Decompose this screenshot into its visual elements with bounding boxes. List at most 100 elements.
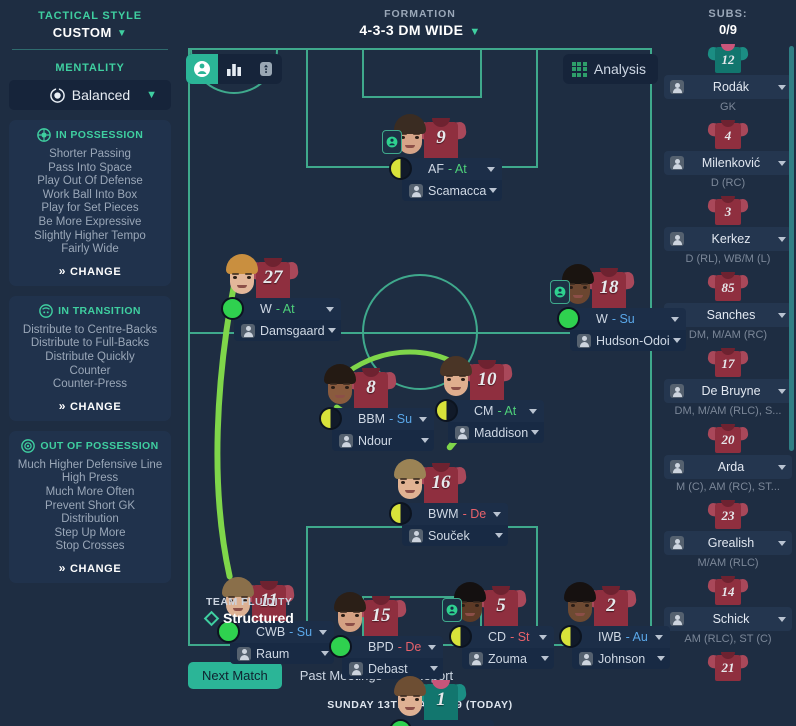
- player-card[interactable]: W- Su Hudson-Odoi: [557, 307, 686, 351]
- chevron-down-icon: [670, 317, 679, 322]
- sub-list-item[interactable]: 4 Milenković D (RC): [660, 119, 796, 189]
- tab-next-match[interactable]: Next Match: [188, 662, 282, 689]
- person-icon: [577, 333, 591, 348]
- sub-name-dropdown[interactable]: Grealish: [664, 531, 792, 555]
- sub-name-dropdown[interactable]: De Bruyne: [664, 379, 792, 403]
- sidebar-divider: [12, 49, 168, 50]
- sub-name-dropdown[interactable]: Rodák: [664, 75, 792, 99]
- sub-kit: 23: [660, 499, 796, 529]
- player-card[interactable]: CD - St Zouma: [449, 625, 554, 669]
- player-kit-icon: [386, 136, 398, 148]
- player-name-dropdown[interactable]: Zouma: [462, 648, 554, 669]
- player-card[interactable]: IWB - Au Johnson: [559, 625, 670, 669]
- condition-indicator: [221, 297, 244, 320]
- sub-list-item[interactable]: 23 Grealish M/AM (RLC): [660, 499, 796, 569]
- person-icon: [670, 232, 684, 246]
- player-name-dropdown[interactable]: Ndour: [332, 430, 435, 451]
- sub-list-item[interactable]: 12 Rodák GK: [660, 43, 796, 113]
- player-duty: - Su: [611, 312, 635, 326]
- player-name-dropdown[interactable]: Raum: [230, 643, 335, 664]
- view-positions-button[interactable]: [250, 54, 282, 84]
- sub-name-dropdown[interactable]: Milenković: [664, 151, 792, 175]
- instruction-item: Play Out Of Defense: [37, 175, 143, 188]
- sub-list-item[interactable]: 21: [660, 651, 796, 681]
- sub-name-dropdown[interactable]: Schick: [664, 607, 792, 631]
- out-of-possession-change-button[interactable]: » CHANGE: [15, 561, 165, 577]
- player-face: [436, 356, 476, 402]
- player-role-dropdown[interactable]: BWM - De: [389, 502, 509, 525]
- subs-scrollbar[interactable]: [789, 46, 794, 451]
- six-yard-box-top: [362, 48, 482, 98]
- player-role-dropdown[interactable]: SK- De: [389, 719, 495, 726]
- chevron-down-icon: [539, 635, 547, 640]
- player-card[interactable]: AF - At Scamacca: [389, 157, 503, 201]
- player-card[interactable]: BBM - Su Ndour: [319, 407, 435, 451]
- sub-name-dropdown[interactable]: Kerkez: [664, 227, 792, 251]
- analysis-button[interactable]: Analysis: [562, 54, 658, 84]
- in-possession-change-button[interactable]: » CHANGE: [15, 264, 165, 280]
- shirt-icon: 14: [706, 575, 750, 605]
- sub-kit: 4: [660, 119, 796, 149]
- sub-kit: 3: [660, 195, 796, 225]
- player-detail-badge[interactable]: [442, 598, 462, 622]
- in-transition-header: IN TRANSITION: [15, 303, 165, 318]
- player-role: BPD: [368, 640, 394, 654]
- player-card[interactable]: BWM - De Souček: [389, 502, 509, 546]
- mentality-dropdown[interactable]: Balanced ▼: [9, 80, 171, 110]
- player-name-dropdown[interactable]: Maddison: [448, 422, 545, 443]
- player-name-dropdown[interactable]: Scamacca: [402, 180, 503, 201]
- team-fluidity[interactable]: TEAM FLUIDITY Structured: [203, 596, 294, 626]
- player-card[interactable]: CM - At Maddison: [435, 399, 545, 443]
- transition-icon: [39, 303, 53, 318]
- player-name-dropdown[interactable]: Damsgaard: [234, 320, 341, 341]
- sub-list-item[interactable]: 14 Schick AM (RLC), ST (C): [660, 575, 796, 645]
- shirt-icon: 85: [706, 271, 750, 301]
- player-name-dropdown[interactable]: Johnson: [572, 648, 670, 669]
- sub-list-item[interactable]: 20 Arda M (C), AM (RC), ST...: [660, 423, 796, 493]
- player-card[interactable]: SK- DeTobiasz: [389, 719, 495, 726]
- player-role-dropdown[interactable]: W- Su: [557, 307, 686, 330]
- in-possession-title: IN POSSESSION: [55, 129, 144, 141]
- shirt-icon: 21: [706, 651, 750, 681]
- view-stats-button[interactable]: [218, 54, 250, 84]
- instruction-item: Much More Often: [45, 485, 135, 498]
- player-card[interactable]: W- At Damsgaard: [221, 297, 341, 341]
- sub-name-dropdown[interactable]: Arda: [664, 455, 792, 479]
- pitch-view-toolbar[interactable]: [186, 54, 282, 84]
- player-role-dropdown[interactable]: IWB - Au: [559, 625, 670, 648]
- player-name-dropdown[interactable]: Hudson-Odoi: [570, 330, 686, 351]
- sub-list-item[interactable]: 3 Kerkez D (RL), WB/M (L): [660, 195, 796, 265]
- person-icon: [670, 80, 684, 94]
- formation-dropdown[interactable]: 4-3-3 DM WIDE ▼: [180, 20, 660, 38]
- player-role: BWM: [428, 507, 459, 521]
- player-detail-badge[interactable]: [550, 280, 570, 304]
- sub-list-item[interactable]: 17 De Bruyne DM, M/AM (RLC), S...: [660, 347, 796, 417]
- player-name: Scamacca: [428, 183, 487, 198]
- shirt-number: 23: [721, 508, 735, 523]
- player-role-dropdown[interactable]: W- At: [221, 297, 341, 320]
- view-players-button[interactable]: [186, 54, 218, 84]
- shirt-number: 3: [724, 204, 732, 219]
- player-name: Souček: [428, 528, 470, 543]
- team-fluidity-label: TEAM FLUIDITY: [206, 596, 293, 608]
- instruction-item: Much Higher Defensive Line: [17, 458, 163, 471]
- player-role-dropdown[interactable]: BBM - Su: [319, 407, 435, 430]
- player-role-dropdown[interactable]: CD - St: [449, 625, 554, 648]
- player-role-dropdown[interactable]: CM - At: [435, 399, 545, 422]
- player-duty: - At: [275, 302, 295, 316]
- player-duty: - At: [497, 404, 517, 418]
- player-card[interactable]: BPD - De Debast: [329, 635, 444, 679]
- out-of-possession-card: OUT OF POSSESSION Much Higher Defensive …: [9, 430, 171, 583]
- player-name-dropdown[interactable]: Souček: [402, 525, 509, 546]
- player-role-dropdown[interactable]: AF - At: [389, 157, 503, 180]
- player-role-dropdown[interactable]: BPD - De: [329, 635, 444, 658]
- player-detail-badge[interactable]: [382, 130, 402, 154]
- shirt-icon: 12: [706, 43, 750, 73]
- sub-name: Arda: [717, 460, 745, 474]
- in-transition-change-button[interactable]: » CHANGE: [15, 399, 165, 415]
- chevron-down-icon: [778, 313, 786, 318]
- tactical-style-dropdown[interactable]: CUSTOM ▼: [0, 22, 180, 40]
- chevron-down-icon: [778, 161, 786, 166]
- player-card[interactable]: CWB - Su Raum: [217, 620, 335, 664]
- condition-indicator: [449, 625, 472, 648]
